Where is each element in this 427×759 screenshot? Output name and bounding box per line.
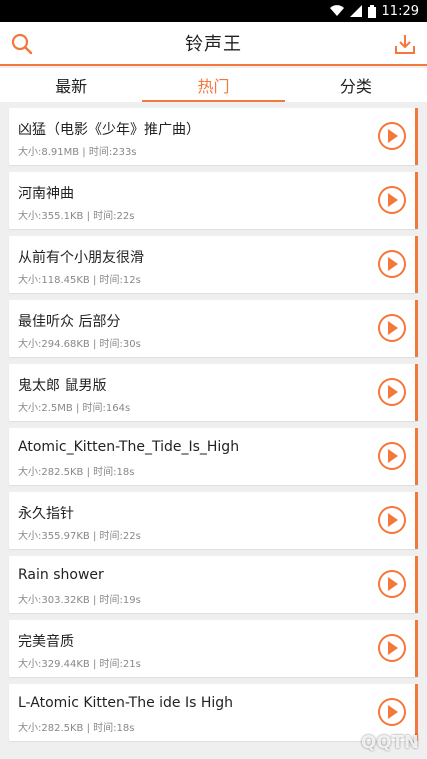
download-icon — [395, 35, 415, 54]
page-title: 铃声王 — [185, 34, 242, 55]
play-button[interactable] — [378, 314, 406, 342]
play-button[interactable] — [378, 378, 406, 406]
accent-bar — [415, 172, 418, 229]
play-icon — [388, 321, 398, 335]
ringtone-meta: 大小:282.5KB | 时间:18s — [18, 723, 135, 734]
search-button[interactable] — [8, 30, 36, 58]
tab-latest[interactable]: 最新 — [0, 68, 142, 102]
play-icon — [388, 513, 398, 527]
accent-bar — [415, 108, 418, 165]
wifi-icon — [329, 5, 344, 17]
play-icon — [388, 641, 398, 655]
ringtone-name: 鬼太郎 鼠男版 — [18, 378, 107, 394]
battery-icon — [367, 4, 376, 18]
ringtone-name: L-Atomic Kitten-The ide Is High — [18, 695, 234, 711]
ringtone-name: Atomic_Kitten-The_Tide_Is_High — [18, 439, 240, 455]
ringtone-meta: 大小:355.97KB | 时间:22s — [18, 531, 141, 542]
play-icon — [388, 257, 398, 271]
ringtone-name: Rain shower — [18, 567, 104, 583]
ringtone-list: 凶猛（电影《少年》推广曲） 大小:8.91MB | 时间:233s 河南神曲 大… — [0, 108, 427, 759]
accent-bar — [415, 300, 418, 357]
play-button[interactable] — [378, 186, 406, 214]
ringtone-name: 凶猛（电影《少年》推广曲） — [18, 122, 200, 138]
play-button[interactable] — [378, 250, 406, 278]
status-bar: 11:29 — [0, 0, 427, 22]
play-button[interactable] — [378, 506, 406, 534]
play-icon — [388, 193, 398, 207]
ringtone-meta: 大小:294.68KB | 时间:30s — [18, 339, 141, 350]
play-icon — [388, 129, 398, 143]
play-icon — [388, 385, 398, 399]
tab-category[interactable]: 分类 — [285, 68, 427, 102]
list-item[interactable]: Rain shower 大小:303.32KB | 时间:19s — [9, 556, 418, 613]
accent-bar — [415, 364, 418, 421]
accent-bar — [415, 492, 418, 549]
list-item[interactable]: 从前有个小朋友很滑 大小:118.45KB | 时间:12s — [9, 236, 418, 293]
list-item[interactable]: 永久指针 大小:355.97KB | 时间:22s — [9, 492, 418, 549]
ringtone-name: 河南神曲 — [18, 186, 74, 202]
ringtone-meta: 大小:2.5MB | 时间:164s — [18, 403, 131, 414]
list-item[interactable]: 最佳听众 后部分 大小:294.68KB | 时间:30s — [9, 300, 418, 357]
play-icon — [388, 449, 398, 463]
accent-bar — [415, 236, 418, 293]
watermark-logo: QQTN — [361, 732, 419, 753]
list-item[interactable]: L-Atomic Kitten-The ide Is High 大小:282.5… — [9, 684, 418, 741]
search-icon — [11, 33, 33, 55]
list-item[interactable]: 完美音质 大小:329.44KB | 时间:21s — [9, 620, 418, 677]
signal-icon — [349, 5, 362, 17]
play-icon — [388, 577, 398, 591]
accent-bar — [415, 620, 418, 677]
accent-bar — [415, 556, 418, 613]
status-time: 11:29 — [381, 3, 419, 19]
download-button[interactable] — [391, 30, 419, 58]
ringtone-meta: 大小:118.45KB | 时间:12s — [18, 275, 141, 286]
list-item[interactable]: 凶猛（电影《少年》推广曲） 大小:8.91MB | 时间:233s — [9, 108, 418, 165]
ringtone-name: 从前有个小朋友很滑 — [18, 250, 144, 266]
play-button[interactable] — [378, 442, 406, 470]
play-button[interactable] — [378, 122, 406, 150]
list-item[interactable]: 河南神曲 大小:355.1KB | 时间:22s — [9, 172, 418, 229]
ringtone-meta: 大小:282.5KB | 时间:18s — [18, 467, 135, 478]
tab-bar: 最新 热门 分类 — [0, 68, 427, 102]
ringtone-meta: 大小:355.1KB | 时间:22s — [18, 211, 135, 222]
list-item[interactable]: Atomic_Kitten-The_Tide_Is_High 大小:282.5K… — [9, 428, 418, 485]
play-button[interactable] — [378, 634, 406, 662]
list-item[interactable]: 鬼太郎 鼠男版 大小:2.5MB | 时间:164s — [9, 364, 418, 421]
ringtone-name: 完美音质 — [18, 634, 74, 650]
app-header: 铃声王 — [0, 22, 427, 66]
accent-bar — [415, 428, 418, 485]
play-icon — [388, 705, 398, 719]
ringtone-meta: 大小:303.32KB | 时间:19s — [18, 595, 141, 606]
ringtone-meta: 大小:329.44KB | 时间:21s — [18, 659, 141, 670]
tab-popular[interactable]: 热门 — [142, 68, 285, 102]
ringtone-meta: 大小:8.91MB | 时间:233s — [18, 147, 137, 158]
play-button[interactable] — [378, 570, 406, 598]
play-button[interactable] — [378, 698, 406, 726]
ringtone-name: 永久指针 — [18, 506, 74, 522]
ringtone-name: 最佳听众 后部分 — [18, 314, 121, 330]
